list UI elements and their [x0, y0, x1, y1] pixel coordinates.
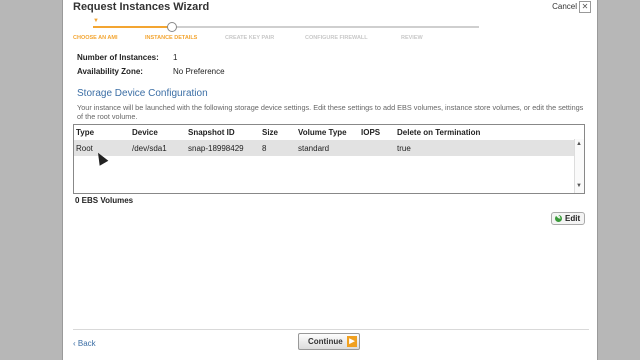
continue-button[interactable]: Continue ▶: [298, 333, 360, 350]
col-type: Type: [76, 128, 95, 137]
cell-type: Root: [76, 144, 93, 153]
ebs-volume-count: 0 EBS Volumes: [75, 196, 134, 205]
instances-value: 1: [173, 53, 178, 62]
storage-description: Your instance will be launched with the …: [77, 103, 584, 121]
step-configure-firewall: CONFIGURE FIREWALL: [305, 35, 368, 41]
check-icon: ▼: [93, 18, 99, 24]
storage-section-title: Storage Device Configuration: [77, 88, 208, 99]
scroll-down-icon[interactable]: ▼: [576, 183, 582, 189]
col-delete-on-termination: Delete on Termination: [397, 128, 481, 137]
title-bar: Request Instances Wizard Cancel ✕: [63, 0, 597, 16]
table-scrollbar[interactable]: ▲ ▼: [574, 139, 584, 193]
instances-label: Number of Instances:: [77, 53, 159, 62]
col-volume-type: Volume Type: [298, 128, 347, 137]
cell-size: 8: [262, 144, 267, 153]
step-instance-details: INSTANCE DETAILS: [145, 35, 198, 41]
cell-device: /dev/sda1: [132, 144, 167, 153]
storage-table: Type Device Snapshot ID Size Volume Type…: [73, 124, 585, 194]
arrow-right-icon: ▶: [347, 336, 357, 347]
wizard-steps: ▼ CHOOSE AN AMI INSTANCE DETAILS CREATE …: [63, 16, 597, 46]
zone-label: Availability Zone:: [77, 67, 143, 76]
step-review: REVIEW: [401, 35, 423, 41]
zone-value: No Preference: [173, 67, 225, 76]
col-device: Device: [132, 128, 158, 137]
edit-button-label: Edit: [565, 214, 581, 223]
step-create-key-pair: CREATE KEY PAIR: [225, 35, 275, 41]
scroll-up-icon[interactable]: ▲: [576, 141, 582, 147]
cancel-link[interactable]: Cancel: [552, 2, 577, 11]
cell-volume-type: standard: [298, 144, 330, 153]
close-icon[interactable]: ✕: [579, 1, 591, 13]
edit-icon: ✎: [555, 215, 562, 222]
back-link[interactable]: ‹ Back: [73, 339, 96, 348]
current-step-dot: [167, 22, 177, 32]
col-iops: IOPS: [361, 128, 381, 137]
edit-button[interactable]: ✎ Edit: [551, 212, 585, 225]
table-row[interactable]: Root /dev/sda1 snap-18998429 8 standard …: [74, 140, 576, 156]
step-progress: [93, 26, 173, 28]
wizard-dialog: Request Instances Wizard Cancel ✕ ▼ CHOO…: [62, 0, 598, 360]
cell-snapshot-id: snap-18998429: [188, 144, 244, 153]
step-choose-ami: CHOOSE AN AMI: [73, 35, 118, 41]
continue-button-label: Continue: [308, 337, 343, 346]
cell-delete-on-termination: true: [397, 144, 411, 153]
col-snapshot-id: Snapshot ID: [188, 128, 235, 137]
col-size: Size: [262, 128, 279, 137]
footer-divider: [73, 329, 589, 330]
dialog-title: Request Instances Wizard: [73, 1, 210, 13]
